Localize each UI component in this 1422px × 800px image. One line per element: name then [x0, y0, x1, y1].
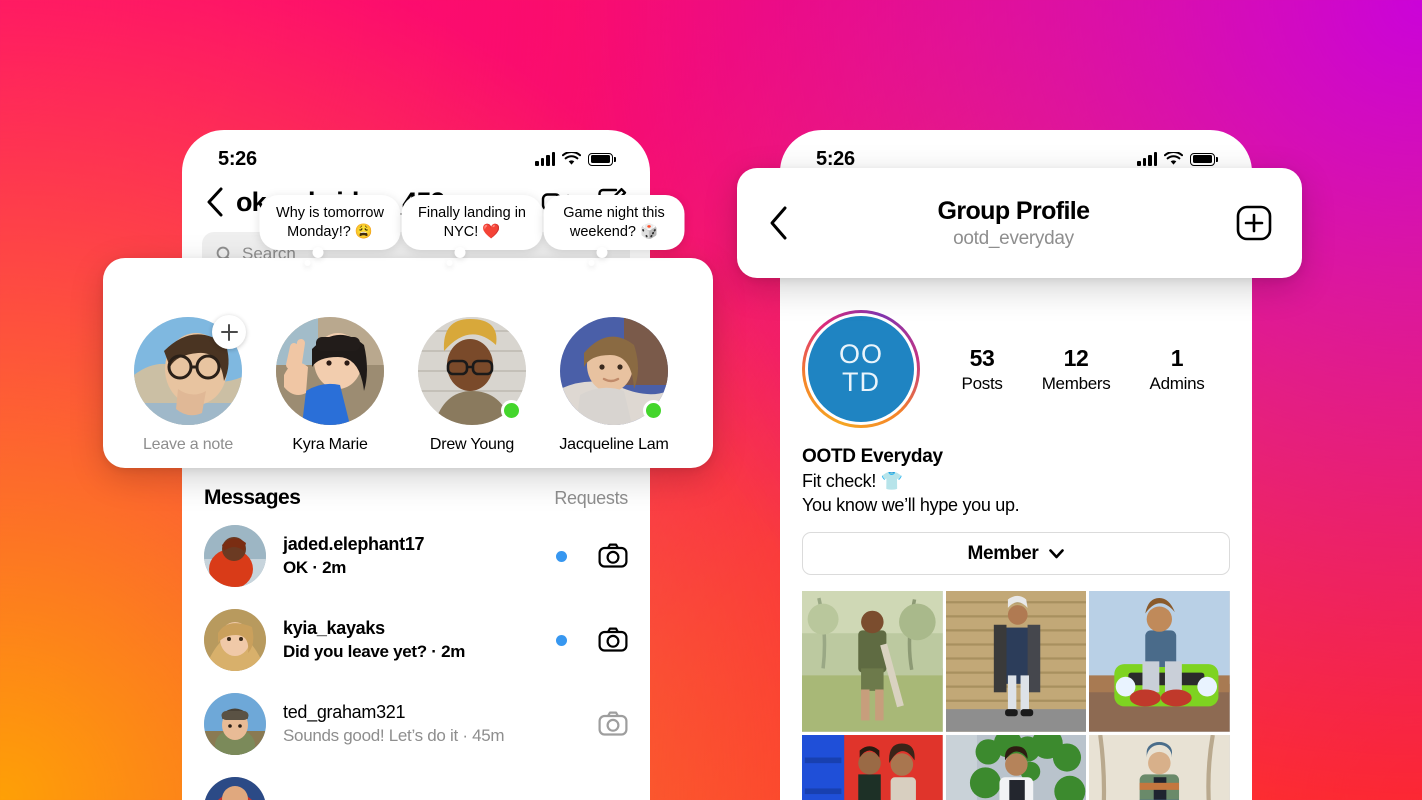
- avatar-text-line1: OO: [838, 339, 883, 370]
- avatar: [204, 777, 266, 800]
- message-preview: Sounds good! Let’s do it · 45m: [283, 726, 505, 745]
- note-label: Jacqueline Lam: [559, 436, 669, 453]
- camera-icon[interactable]: [598, 709, 628, 739]
- camera-icon[interactable]: [598, 625, 628, 655]
- cellular-signal-icon: [535, 151, 555, 166]
- note-bubble[interactable]: Finally landing in NYC! ❤️: [401, 195, 543, 267]
- message-preview: OK · 2m: [283, 558, 347, 577]
- group-bio-line-1: Fit check! 👕: [802, 471, 903, 491]
- group-stats: 53 Posts 12 Members 1 Admins: [942, 345, 1230, 394]
- note-label: Drew Young: [429, 436, 515, 453]
- stat-admins[interactable]: 1 Admins: [1150, 345, 1205, 394]
- messages-heading: Messages: [204, 486, 301, 509]
- note-bubble[interactable]: Game night this weekend? 🎲: [543, 195, 685, 267]
- status-time: 5:26: [218, 147, 257, 170]
- message-username: jaded.elephant17: [283, 534, 425, 554]
- note-bubble[interactable]: Why is tomorrow Monday!? 😩: [259, 195, 401, 267]
- unread-dot: [556, 634, 567, 646]
- add-note-button[interactable]: [212, 315, 246, 349]
- member-button-label: Member: [967, 542, 1039, 564]
- unread-dot: [556, 550, 567, 562]
- page-title: Group Profile: [937, 196, 1091, 225]
- messages-section-header: Messages Requests: [182, 468, 650, 514]
- avatar-wrapper: [418, 317, 526, 425]
- chevron-left-icon[interactable]: [767, 205, 791, 241]
- camera-icon[interactable]: [598, 541, 628, 571]
- group-profile-header: Group Profile ootd_everyday: [737, 168, 1302, 278]
- stat-value: 53: [969, 344, 995, 371]
- message-username: ted_graham321: [283, 702, 406, 722]
- stat-label: Admins: [1149, 373, 1205, 393]
- avatar: OO TD: [808, 316, 914, 422]
- cellular-signal-icon: [1137, 151, 1157, 166]
- stat-label: Members: [1041, 373, 1111, 393]
- member-dropdown-button[interactable]: Member: [802, 532, 1230, 575]
- table-row[interactable]: kyia_kayaks Did you leave yet? · 2m: [182, 598, 650, 682]
- notes-card: Leave a note Why is tomorrow Monday!? 😩: [103, 195, 713, 468]
- battery-icon: [1190, 152, 1215, 166]
- wifi-icon: [562, 152, 581, 165]
- status-bar-left: 5:26: [182, 130, 650, 182]
- note-label: Leave a note: [142, 436, 234, 453]
- stat-value: 1: [1170, 344, 1184, 371]
- group-bio-line-2: You know we’ll hype you up.: [802, 495, 1020, 515]
- avatar: [204, 693, 266, 755]
- chevron-down-icon: [1048, 548, 1064, 558]
- requests-link[interactable]: Requests: [554, 488, 628, 509]
- avatar: [204, 609, 266, 671]
- plus-square-icon[interactable]: [1236, 205, 1272, 241]
- chevron-left-icon[interactable]: [204, 186, 226, 218]
- status-badge: [501, 400, 522, 421]
- group-profile-summary: OO TD 53 Posts 12 Members 1 Admins: [802, 310, 1230, 428]
- table-row[interactable]: [182, 766, 650, 800]
- wifi-icon: [1164, 152, 1183, 165]
- list-item[interactable]: Game night this weekend? 🎲 Jacqueline La…: [543, 195, 685, 454]
- grid-post-3[interactable]: [1089, 591, 1230, 732]
- stat-posts[interactable]: 53 Posts: [962, 345, 1003, 394]
- avatar-text-line2: TD: [842, 367, 880, 397]
- message-text: kyia_kayaks Did you leave yet? · 2m: [283, 618, 539, 662]
- grid-post-2[interactable]: [945, 591, 1087, 732]
- group-avatar-ring[interactable]: OO TD: [802, 310, 920, 428]
- message-text: ted_graham321 Sounds good! Let’s do it ·…: [283, 702, 539, 746]
- stat-members[interactable]: 12 Members: [1042, 345, 1111, 394]
- avatar: [204, 525, 266, 587]
- group-bio: OOTD Everyday Fit check! 👕 You know we’l…: [802, 446, 1230, 516]
- group-profile-title-block: Group Profile ootd_everyday: [791, 197, 1236, 250]
- note-label: Kyra Marie: [292, 436, 368, 453]
- stat-label: Posts: [961, 373, 1003, 393]
- battery-icon: [588, 152, 613, 166]
- page-subtitle: ootd_everyday: [953, 227, 1074, 249]
- grid-post-1[interactable]: [802, 591, 943, 732]
- avatar-wrapper: [276, 317, 384, 425]
- message-username: kyia_kayaks: [283, 618, 385, 638]
- list-item[interactable]: Leave a note: [117, 315, 259, 454]
- list-item[interactable]: Why is tomorrow Monday!? 😩 Kyra Marie: [259, 195, 401, 454]
- avatar-wrapper: [560, 317, 668, 425]
- status-badge: [643, 400, 664, 421]
- stat-value: 12: [1063, 344, 1089, 371]
- avatar-wrapper: [134, 315, 246, 425]
- grid-post-6[interactable]: [1089, 734, 1230, 800]
- status-icons: [535, 151, 616, 166]
- table-row[interactable]: ted_graham321 Sounds good! Let’s do it ·…: [182, 682, 650, 766]
- group-display-name: OOTD Everyday: [802, 446, 943, 467]
- list-item[interactable]: Finally landing in NYC! ❤️ Drew Young: [401, 195, 543, 454]
- table-row[interactable]: jaded.elephant17 OK · 2m: [182, 514, 650, 598]
- status-icons: [1137, 151, 1218, 166]
- message-text: jaded.elephant17 OK · 2m: [283, 534, 539, 578]
- grid-post-4[interactable]: [802, 734, 943, 800]
- grid-post-5[interactable]: [945, 734, 1087, 800]
- posts-grid: [802, 591, 1230, 800]
- message-preview: Did you leave yet? · 2m: [283, 642, 466, 661]
- avatar: [276, 317, 384, 425]
